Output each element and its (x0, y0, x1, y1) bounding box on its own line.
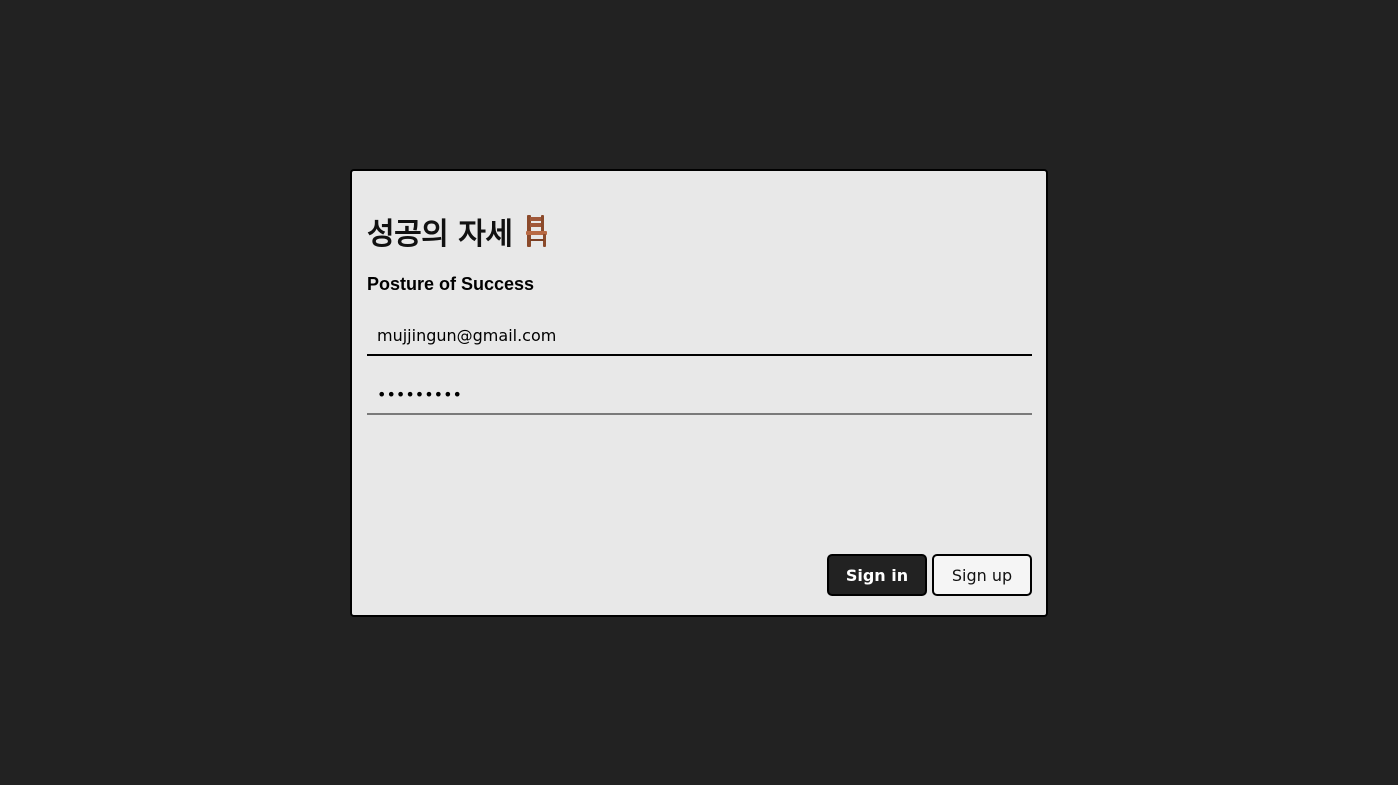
sign-in-button[interactable]: Sign in (827, 554, 927, 596)
login-card: 성공의 자세 Posture of Success Sign in Sign u… (350, 169, 1048, 617)
email-field[interactable] (367, 316, 1032, 356)
password-field[interactable] (367, 375, 1032, 415)
app-title: 성공의 자세 (367, 217, 513, 252)
sign-up-button[interactable]: Sign up (932, 554, 1032, 596)
chair-icon (522, 214, 550, 248)
subtitle: Posture of Success (367, 274, 535, 294)
title-row: 성공의 자세 (367, 211, 550, 252)
